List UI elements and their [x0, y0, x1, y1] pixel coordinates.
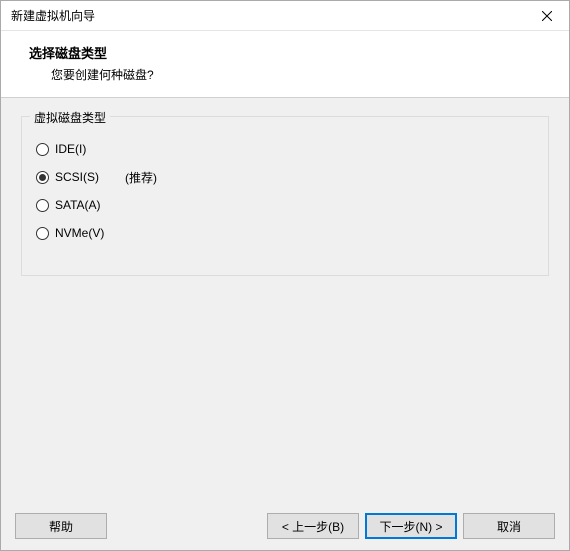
wizard-content: 虚拟磁盘类型 IDE(I) SCSI(S) (推荐) SATA(A) NVMe(… — [1, 98, 569, 502]
cancel-button[interactable]: 取消 — [463, 513, 555, 539]
radio-option-sata[interactable]: SATA(A) — [36, 191, 534, 219]
page-subtitle: 您要创建何种磁盘? — [29, 66, 553, 83]
radio-list: IDE(I) SCSI(S) (推荐) SATA(A) NVMe(V) — [22, 121, 548, 259]
close-button[interactable] — [533, 6, 561, 26]
titlebar: 新建虚拟机向导 — [1, 1, 569, 31]
wizard-footer: 帮助 < 上一步(B) 下一步(N) > 取消 — [1, 502, 569, 550]
radio-option-ide[interactable]: IDE(I) — [36, 135, 534, 163]
help-button[interactable]: 帮助 — [15, 513, 107, 539]
wizard-header: 选择磁盘类型 您要创建何种磁盘? — [1, 31, 569, 98]
radio-icon — [36, 171, 49, 184]
window-title: 新建虚拟机向导 — [11, 7, 95, 24]
radio-icon — [36, 143, 49, 156]
radio-option-nvme[interactable]: NVMe(V) — [36, 219, 534, 247]
radio-label: SATA(A) — [55, 198, 101, 212]
page-title: 选择磁盘类型 — [29, 43, 553, 62]
group-label: 虚拟磁盘类型 — [30, 109, 110, 126]
close-icon — [542, 11, 552, 21]
radio-label: IDE(I) — [55, 142, 86, 156]
radio-icon — [36, 227, 49, 240]
radio-icon — [36, 199, 49, 212]
radio-option-scsi[interactable]: SCSI(S) (推荐) — [36, 163, 534, 191]
next-button[interactable]: 下一步(N) > — [365, 513, 457, 539]
radio-label: NVMe(V) — [55, 226, 104, 240]
disk-type-group: 虚拟磁盘类型 IDE(I) SCSI(S) (推荐) SATA(A) NVMe(… — [21, 116, 549, 276]
radio-hint: (推荐) — [125, 169, 157, 186]
radio-label: SCSI(S) — [55, 170, 99, 184]
back-button[interactable]: < 上一步(B) — [267, 513, 359, 539]
